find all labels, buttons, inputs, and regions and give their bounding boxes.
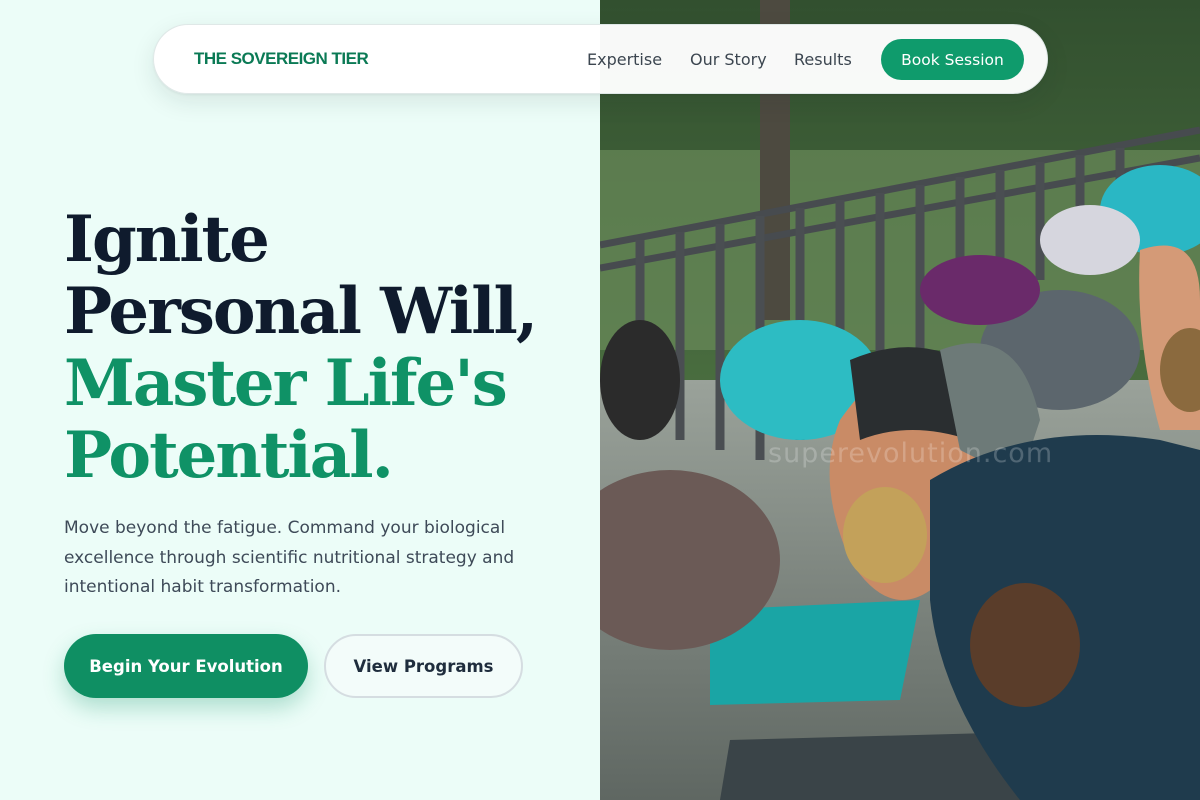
nav-link-results[interactable]: Results [794, 50, 852, 69]
top-navbar: THE SOVEREIGN TIER Expertise Our Story R… [153, 24, 1048, 94]
headline-line-3: Master Life's [64, 346, 508, 421]
brand-logo[interactable]: THE SOVEREIGN TIER [194, 49, 369, 69]
headline-line-4: Potential. [64, 418, 394, 493]
hero-headline: Ignite Personal Will, Master Life's Pote… [64, 202, 538, 493]
image-watermark: superevolution.com [768, 438, 1054, 469]
page: superevolution.com THE SOVEREIGN TIER Ex… [0, 0, 1200, 800]
hero-subtext: Move beyond the fatigue. Command your bi… [64, 518, 515, 597]
begin-evolution-button[interactable]: Begin Your Evolution [64, 634, 308, 698]
headline-line-1: Ignite [64, 202, 270, 277]
book-session-button[interactable]: Book Session [881, 39, 1024, 80]
yoga-class-photo [600, 0, 1200, 800]
view-programs-button[interactable]: View Programs [324, 634, 523, 698]
hero-photo: superevolution.com [600, 0, 1200, 800]
nav-link-expertise[interactable]: Expertise [587, 50, 662, 69]
nav-link-our-story[interactable]: Our Story [690, 50, 767, 69]
headline-line-2: Personal Will, [64, 274, 538, 349]
